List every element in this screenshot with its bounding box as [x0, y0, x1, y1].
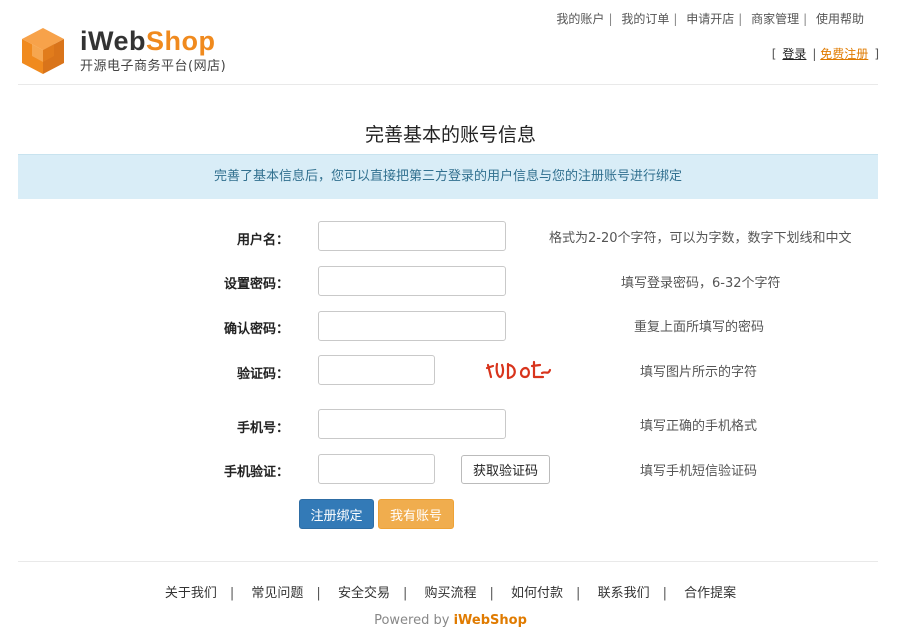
confirm-password-hint: 重复上面所填写的密码 — [634, 320, 765, 335]
get-sms-code-button[interactable]: 获取验证码 — [461, 455, 550, 484]
powered-by: Powered by iWebShop — [374, 613, 527, 628]
login-link[interactable]: 登录 — [782, 47, 806, 61]
mobile-input[interactable] — [318, 409, 506, 439]
info-banner: 完善了基本信息后，您可以直接把第三方登录的用户信息与您的注册账号进行绑定 — [18, 154, 878, 199]
confirm-password-label: 确认密码： — [223, 322, 289, 337]
footer-link-purchase-flow[interactable]: 购买流程 — [424, 586, 476, 601]
header-divider — [18, 84, 878, 85]
nav-my-account[interactable]: 我的账户 — [556, 12, 604, 26]
captcha-input[interactable] — [318, 355, 435, 385]
footer-link-about[interactable]: 关于我们 — [165, 586, 217, 601]
page-title: 完善基本的账号信息 — [364, 124, 536, 146]
confirm-password-input[interactable] — [318, 311, 506, 341]
register-link[interactable]: 免费注册 — [820, 47, 868, 61]
brand-name: iWebShop — [80, 26, 216, 56]
footer-link-secure-trade[interactable]: 安全交易 — [338, 586, 390, 601]
mobile-label: 手机号： — [236, 421, 289, 436]
username-label: 用户名： — [236, 233, 289, 248]
have-account-button[interactable]: 我有账号 — [378, 499, 454, 529]
nav-separator: | — [738, 12, 743, 26]
top-nav: 我的账户 | 我的订单 | 申请开店 | 商家管理 | 使用帮助 — [556, 10, 864, 27]
sms-code-input[interactable] — [318, 454, 435, 484]
nav-my-orders[interactable]: 我的订单 — [621, 12, 669, 26]
username-input[interactable] — [318, 221, 506, 251]
footer-link-payment[interactable]: 如何付款 — [511, 586, 563, 601]
username-hint: 格式为2-20个字符，可以为字数，数字下划线和中文 — [549, 231, 852, 246]
nav-seller-admin[interactable]: 商家管理 — [751, 12, 799, 26]
sms-code-label: 手机验证： — [223, 465, 289, 480]
cube-logo-icon — [22, 28, 64, 74]
powered-brand-link[interactable]: iWebShop — [454, 613, 527, 628]
captcha-hint: 填写图片所示的字符 — [640, 365, 758, 380]
nav-separator: | — [803, 12, 808, 26]
password-hint: 填写登录密码，6-32个字符 — [621, 276, 781, 291]
mobile-hint: 填写正确的手机格式 — [640, 419, 758, 434]
captcha-image[interactable] — [482, 356, 554, 386]
footer-link-faq[interactable]: 常见问题 — [251, 586, 303, 601]
password-label: 设置密码： — [223, 277, 289, 292]
footer-links: 关于我们 | 常见问题 | 安全交易 | 购买流程 | 如何付款 | 联系我们 | 合作提案 — [164, 586, 737, 601]
login-links: [登录 | 免费注册] — [771, 47, 879, 61]
footer-divider — [18, 561, 878, 562]
footer-link-contact[interactable]: 联系我们 — [598, 586, 650, 601]
sms-code-hint: 填写手机短信验证码 — [640, 464, 758, 479]
brand-tagline: 开源电子商务平台(网店) — [80, 59, 227, 74]
captcha-label: 验证码： — [236, 367, 289, 382]
footer-link-partnership[interactable]: 合作提案 — [684, 586, 736, 601]
nav-open-store[interactable]: 申请开店 — [686, 12, 734, 26]
password-input[interactable] — [318, 266, 506, 296]
nav-help[interactable]: 使用帮助 — [816, 12, 864, 26]
register-bind-button[interactable]: 注册绑定 — [299, 499, 374, 529]
site-logo[interactable]: iWebShop 开源电子商务平台(网店) — [18, 26, 258, 78]
nav-separator: | — [608, 12, 613, 26]
nav-separator: | — [673, 12, 678, 26]
